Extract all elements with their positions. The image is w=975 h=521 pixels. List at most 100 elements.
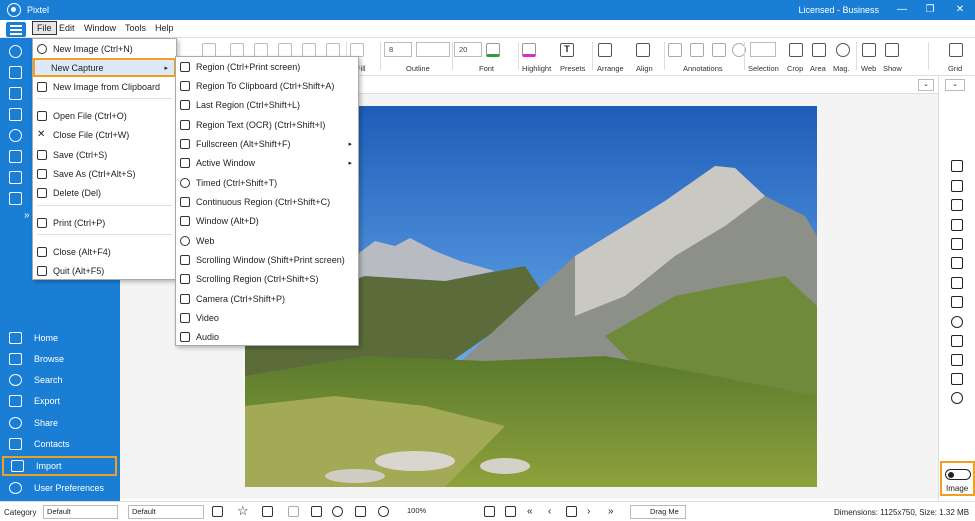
flag-icon[interactable] (262, 506, 273, 517)
menu-tools[interactable]: Tools (125, 23, 146, 33)
redo-icon[interactable] (202, 43, 216, 57)
file-menu-print[interactable]: Print (Ctrl+P) (33, 213, 176, 232)
clipboard-side-icon[interactable] (9, 66, 22, 79)
add-frame-icon[interactable] (951, 160, 963, 172)
nav-share[interactable]: Share (0, 413, 120, 433)
menu-edit[interactable]: Edit (59, 23, 75, 33)
tab-dropdown-icon[interactable]: ⌄ (918, 79, 934, 91)
region-side-icon[interactable] (9, 108, 22, 121)
expand-icon[interactable] (505, 506, 516, 517)
file-menu-close-file[interactable]: ✕ Close File (Ctrl+W) (33, 125, 176, 144)
link-icon[interactable] (355, 506, 366, 517)
show-icon[interactable] (885, 43, 899, 57)
status-list-icon[interactable] (212, 506, 223, 517)
nav-browse[interactable]: Browse (0, 349, 120, 369)
crop-tool-icon[interactable] (951, 180, 963, 192)
nav-import[interactable]: Import (2, 456, 117, 476)
file-menu-open-file[interactable]: Open File (Ctrl+O) (33, 106, 176, 125)
rotate-icon[interactable] (951, 199, 963, 211)
file-menu-new-image[interactable]: New Image (Ctrl+N) (33, 39, 176, 58)
nav-export[interactable]: Export (0, 391, 120, 411)
adjust-icon[interactable] (951, 316, 963, 328)
scrolling-side-icon[interactable] (9, 171, 22, 184)
paste-icon[interactable] (278, 43, 292, 57)
secondary-select[interactable]: Default (128, 505, 204, 519)
nav-home[interactable]: Home (0, 328, 120, 348)
last-page-icon[interactable]: » (608, 506, 619, 517)
perspective-icon[interactable] (951, 238, 963, 250)
file-menu-new-capture[interactable]: New Capture ▸ (33, 58, 176, 77)
nav-contacts[interactable]: Contacts (0, 434, 120, 454)
next-icon[interactable]: › (587, 506, 598, 517)
flip-icon[interactable] (951, 219, 963, 231)
file-menu-save-as[interactable]: Save As (Ctrl+Alt+S) (33, 164, 176, 183)
minimize-button[interactable]: — (892, 3, 912, 17)
undo-icon[interactable] (302, 43, 316, 57)
image-icon[interactable] (951, 257, 963, 269)
fill-bucket-icon[interactable] (350, 43, 364, 57)
more-icon[interactable]: » (24, 210, 30, 221)
file-menu-new-from-clipboard[interactable]: New Image from Clipboard (33, 77, 176, 96)
selection-select[interactable] (750, 42, 776, 57)
capture-region[interactable]: Region (Ctrl+Print screen) (176, 57, 358, 76)
capture-web[interactable]: Web (176, 231, 358, 250)
capture-region-text-ocr[interactable]: Region Text (OCR) (Ctrl+Shift+I) (176, 115, 358, 134)
web-icon[interactable] (862, 43, 876, 57)
capture-active-window[interactable]: Active Window ▸ (176, 153, 358, 172)
close-button[interactable]: ✕ (950, 3, 970, 17)
tag-icon[interactable] (311, 506, 322, 517)
menu-file[interactable]: File (32, 21, 57, 35)
file-menu-delete[interactable]: Delete (Del) (33, 183, 176, 202)
restore-button[interactable]: ❐ (920, 3, 940, 17)
capture-scrolling-window[interactable]: Scrolling Window (Shift+Print screen) (176, 250, 358, 269)
stamp-icon[interactable] (668, 43, 682, 57)
capture-camera[interactable]: Camera (Ctrl+Shift+P) (176, 289, 358, 308)
timer-side-icon[interactable] (9, 129, 22, 142)
capture-timed[interactable]: Timed (Ctrl+Shift+T) (176, 173, 358, 192)
star-icon[interactable]: ☆ (237, 504, 249, 517)
settings-gear-icon[interactable] (951, 392, 963, 404)
fit-icon[interactable] (484, 506, 495, 517)
info-icon[interactable] (332, 506, 343, 517)
nav-search[interactable]: Search (0, 370, 120, 390)
capture-last-region[interactable]: Last Region (Ctrl+Shift+L) (176, 95, 358, 114)
magic-icon[interactable] (951, 277, 963, 289)
capture-audio[interactable]: Audio (176, 327, 358, 346)
eraser-icon[interactable] (712, 43, 726, 57)
stroke-width-select[interactable]: 8 (384, 42, 412, 57)
panel-dropdown-icon[interactable]: ⌄ (945, 79, 965, 91)
watermark-icon[interactable] (951, 354, 963, 366)
capture-fullscreen[interactable]: Fullscreen (Alt+Shift+F) ▸ (176, 134, 358, 153)
line-style-select[interactable] (416, 42, 450, 57)
font-color-icon[interactable] (486, 43, 500, 57)
bookmark-icon[interactable] (288, 506, 299, 517)
grid-icon[interactable] (949, 43, 963, 57)
capture-scrolling-region[interactable]: Scrolling Region (Ctrl+Shift+S) (176, 269, 358, 288)
presets-text-icon[interactable]: T (560, 43, 574, 57)
crop-icon[interactable] (789, 43, 803, 57)
nav-user-preferences[interactable]: User Preferences (0, 478, 120, 498)
align-icon[interactable] (636, 43, 650, 57)
menu-help[interactable]: Help (155, 23, 174, 33)
window-side-icon[interactable] (9, 150, 22, 163)
image-mode-toggle[interactable]: Image (940, 461, 975, 496)
effects-wand-icon[interactable] (951, 296, 963, 308)
previous-icon[interactable]: ‹ (548, 506, 559, 517)
filter-icon[interactable] (951, 373, 963, 385)
capture-window[interactable]: Window (Alt+D) (176, 211, 358, 230)
category-select[interactable]: Default (43, 505, 118, 519)
file-menu-save[interactable]: Save (Ctrl+S) (33, 145, 176, 164)
undo-all-icon[interactable] (326, 43, 340, 57)
capture-icon[interactable] (9, 45, 22, 58)
copy-icon[interactable] (254, 43, 268, 57)
drag-me-button[interactable]: Drag Me (630, 505, 686, 519)
menu-window[interactable]: Window (84, 23, 116, 33)
capture-region-to-clipboard[interactable]: Region To Clipboard (Ctrl+Shift+A) (176, 76, 358, 95)
cut-icon[interactable] (230, 43, 244, 57)
capture-continuous-region[interactable]: Continuous Region (Ctrl+Shift+C) (176, 192, 358, 211)
highlight-icon[interactable] (522, 43, 536, 57)
hamburger-menu-icon[interactable] (6, 22, 26, 37)
history-icon[interactable] (378, 506, 389, 517)
font-size-select[interactable]: 20 (454, 42, 482, 57)
magic-wand-icon[interactable] (690, 43, 704, 57)
